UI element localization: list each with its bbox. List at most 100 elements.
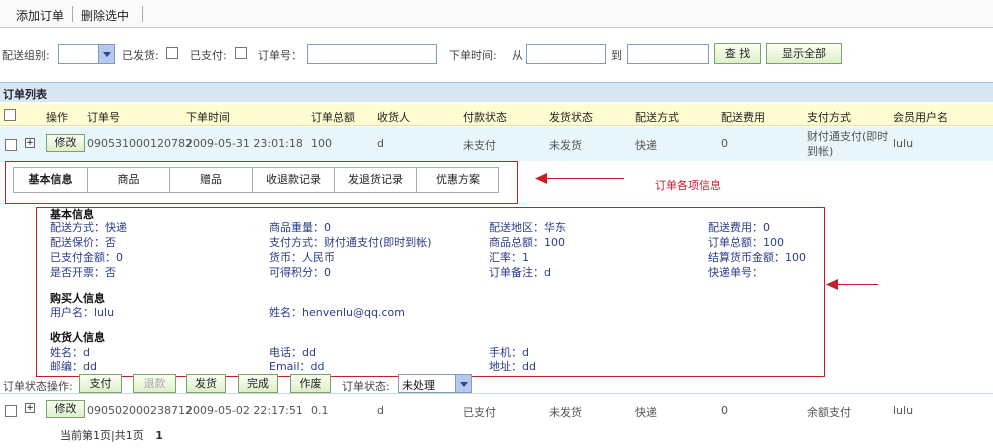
order-no: 090531000120782 <box>87 137 192 150</box>
time-to-input[interactable] <box>627 44 709 64</box>
table-row[interactable]: + 修改 090502000238712 2009-05-02 22:17:51… <box>0 397 993 423</box>
order-total: 100 <box>311 137 332 150</box>
consignee: d <box>377 404 384 417</box>
pager-current-page[interactable]: 1 <box>155 429 163 442</box>
order-status-value: 未处理 <box>402 379 435 392</box>
tabs-annotation: 订单各项信息 <box>655 179 721 192</box>
basic-info-highlight <box>36 207 825 377</box>
group-select[interactable] <box>58 44 115 64</box>
pager: 当前第1页|共1页 1 <box>60 427 163 443</box>
payment-method: 余额支付 <box>807 406 851 419</box>
order-list-title: 订单列表 <box>3 88 47 101</box>
delete-selected-button[interactable]: 删除选中 <box>81 7 129 24</box>
order-time: 2009-05-02 22:17:51 <box>186 404 303 417</box>
pager-text: 当前第1页|共1页 <box>60 429 144 442</box>
tab-refund-records[interactable]: 收退款记录 <box>253 168 335 192</box>
col-header: 配送费用 <box>721 111 765 124</box>
tab-return-records[interactable]: 发退货记录 <box>335 168 417 192</box>
chevron-down-icon <box>455 375 471 392</box>
annotation-arrow-line <box>540 178 624 179</box>
time-label: 下单时间: <box>449 49 497 62</box>
basic-field: 商品总额：100 <box>489 236 565 249</box>
basic-field: 汇率：1 <box>489 251 529 264</box>
tab-promotions[interactable]: 优惠方案 <box>417 168 499 192</box>
order-tabs-highlight: 基本信息 商品 赠品 收退款记录 发退货记录 优惠方案 <box>5 161 518 204</box>
chevron-down-icon <box>98 45 114 63</box>
complete-button[interactable]: 完成 <box>238 374 278 393</box>
select-all-checkbox[interactable] <box>4 109 16 121</box>
ship-status: 未发货 <box>549 406 582 419</box>
col-header: 订单总额 <box>311 111 355 124</box>
void-button[interactable]: 作废 <box>290 374 331 393</box>
col-header: 会员用户名 <box>893 111 948 124</box>
ship-status: 未发货 <box>549 139 582 152</box>
refund-button[interactable]: 退款 <box>133 374 176 393</box>
pay-button[interactable]: 支付 <box>79 374 122 393</box>
consignee: d <box>377 137 384 150</box>
basic-field: 货币：人民币 <box>269 251 335 264</box>
paid-checkbox[interactable] <box>235 47 247 59</box>
buyer-field: 用户名：lulu <box>50 306 115 319</box>
edit-button[interactable]: 修改 <box>46 134 85 152</box>
order-total: 0.1 <box>311 404 329 417</box>
order-no: 090502000238712 <box>87 404 192 417</box>
expand-icon[interactable]: + <box>25 403 35 413</box>
order-no-input[interactable] <box>307 44 437 64</box>
basic-field: 订单总额：100 <box>708 236 784 249</box>
col-header: 发货状态 <box>549 111 593 124</box>
order-status-select[interactable]: 未处理 <box>398 374 472 393</box>
order-no-label: 订单号： <box>258 49 302 62</box>
order-time: 2009-05-31 23:01:18 <box>186 137 303 150</box>
filter-bar: 配送组别: 已发货: 已支付: 订单号： 下单时间: 从 到 查 找 显示全部 <box>0 42 993 64</box>
arrow-left-icon <box>535 173 547 184</box>
search-button[interactable]: 查 找 <box>714 43 761 64</box>
receiver-field: 地址：dd <box>489 360 536 373</box>
pay-status: 已支付 <box>463 406 496 419</box>
group-label: 配送组别: <box>2 49 50 62</box>
tab-gifts[interactable]: 赠品 <box>170 168 253 192</box>
col-header: 配送方式 <box>635 111 679 124</box>
time-from-input[interactable] <box>526 44 606 64</box>
basic-field: 配送方式：快递 <box>50 221 127 234</box>
basic-field: 商品重量：0 <box>269 221 331 234</box>
basic-field: 配送保价：否 <box>50 236 116 249</box>
toolbar-separator <box>142 6 143 22</box>
add-order-button[interactable]: 添加订单 <box>16 7 64 24</box>
receiver-field: Email：dd <box>269 360 325 373</box>
delivery-method: 快递 <box>635 406 657 419</box>
row-checkbox[interactable] <box>5 139 17 151</box>
edit-button[interactable]: 修改 <box>46 400 85 418</box>
basic-field: 已支付金额：0 <box>50 251 123 264</box>
order-list-header: 订单列表 <box>0 82 993 102</box>
basic-field: 配送费用：0 <box>708 221 770 234</box>
basic-field: 配送地区：华东 <box>489 221 566 234</box>
shipped-label: 已发货: <box>122 49 159 62</box>
basic-field: 结算货币金额：100 <box>708 251 806 264</box>
delivery-fee: 0 <box>721 137 728 150</box>
receiver-info-title: 收货人信息 <box>50 331 105 344</box>
order-tabs: 基本信息 商品 赠品 收退款记录 发退货记录 优惠方案 <box>13 167 499 193</box>
table-header: 操作 订单号 下单时间 订单总额 收货人 付款状态 发货状态 配送方式 配送费用… <box>0 104 993 126</box>
col-header: 收货人 <box>377 111 410 124</box>
col-header: 付款状态 <box>463 111 507 124</box>
table-row[interactable]: + 修改 090531000120782 2009-05-31 23:01:18… <box>0 127 993 161</box>
status-ops-label: 订单状态操作: <box>3 380 73 393</box>
basic-field: 支付方式：财付通支付(即时到帐) <box>269 236 432 249</box>
show-all-button[interactable]: 显示全部 <box>766 43 842 64</box>
tab-products[interactable]: 商品 <box>88 168 170 192</box>
basic-field: 可得积分：0 <box>269 266 331 279</box>
row-checkbox[interactable] <box>5 405 17 417</box>
col-header: 操作 <box>46 111 68 124</box>
shipped-checkbox[interactable] <box>166 47 178 59</box>
to-label: 到 <box>611 49 622 62</box>
tab-basic-info[interactable]: 基本信息 <box>14 168 88 192</box>
basic-field: 是否开票：否 <box>50 266 116 279</box>
basic-field: 快递单号： <box>708 266 763 279</box>
annotation-arrow-line <box>832 284 878 285</box>
ship-button[interactable]: 发货 <box>186 374 226 393</box>
delivery-method: 快递 <box>635 139 657 152</box>
basic-field: 订单备注：d <box>489 266 551 279</box>
pay-status: 未支付 <box>463 139 496 152</box>
from-label: 从 <box>512 49 523 62</box>
expand-icon[interactable]: + <box>25 138 35 148</box>
